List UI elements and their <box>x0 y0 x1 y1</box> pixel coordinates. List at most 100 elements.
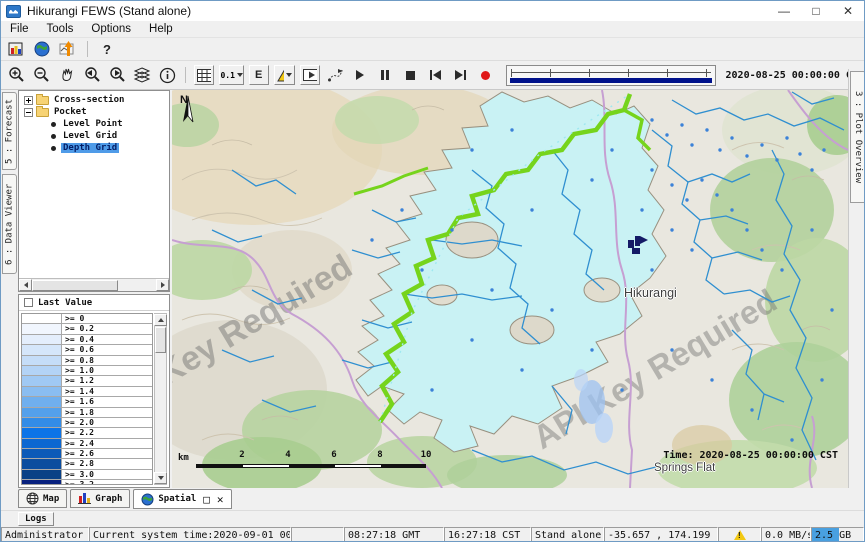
tab-label: Graph <box>95 494 122 504</box>
application-window: Hikurangi FEWS (Stand alone) — □ ✕ FileT… <box>0 0 865 542</box>
tab-label: Spatial <box>158 494 196 504</box>
zoom-in-icon[interactable] <box>7 65 27 85</box>
step-back-icon[interactable] <box>425 65 445 85</box>
legend-row[interactable]: >= 0 <box>22 314 152 324</box>
legend-color-swatch <box>22 335 62 344</box>
main-toolbar: ? <box>1 38 864 60</box>
globe-icon[interactable] <box>32 39 52 59</box>
menu-item[interactable]: Tools <box>38 23 83 35</box>
legend-row[interactable]: >= 3.2 <box>22 480 152 485</box>
tab-close-icon[interactable]: ✕ <box>217 493 224 506</box>
timeseries-dialog-icon[interactable] <box>58 39 78 59</box>
legend-row-label: >= 0.8 <box>62 356 152 365</box>
status-mode: Stand alone <box>531 527 604 542</box>
menu-item[interactable]: Options <box>82 23 140 35</box>
tab-spatial[interactable]: Spatial □ ✕ <box>133 489 231 509</box>
map-viewport[interactable]: API Key Required API Key Required <box>172 90 848 488</box>
zoom-next-icon[interactable] <box>107 65 127 85</box>
legend-row[interactable]: >= 2.8 <box>22 459 152 469</box>
menu-item[interactable]: Help <box>140 23 182 35</box>
legend-row[interactable]: >= 0.8 <box>22 356 152 366</box>
chevron-down-icon <box>286 73 292 77</box>
tree-expander-icon[interactable] <box>24 108 33 117</box>
legend-row-label: >= 3.2 <box>62 480 152 485</box>
legend-row-label: >= 2.4 <box>62 439 152 448</box>
dock-tab-data-viewer[interactable]: 6 : Data Viewer <box>2 174 17 274</box>
step-forward-icon[interactable] <box>450 65 470 85</box>
thresholds-dropdown[interactable] <box>274 65 296 85</box>
menu-bar: FileToolsOptionsHelp <box>1 21 864 38</box>
stop-icon[interactable] <box>400 65 420 85</box>
tree-item[interactable]: Level Point <box>19 118 169 130</box>
tree-item[interactable]: Depth Grid <box>19 142 169 154</box>
zoom-out-icon[interactable] <box>32 65 52 85</box>
legend-row[interactable]: >= 0.6 <box>22 345 152 355</box>
scroll-right-icon[interactable] <box>156 279 169 291</box>
help-icon[interactable]: ? <box>97 39 117 59</box>
tree-item-label: Pocket <box>52 107 89 117</box>
minimize-button[interactable]: — <box>768 1 800 21</box>
dock-tab-plot-overview[interactable]: 3 : Plot Overview <box>850 71 865 203</box>
legend-row[interactable]: >= 0.2 <box>22 324 152 334</box>
explorer-icon[interactable] <box>6 39 26 59</box>
animation-dialog-icon[interactable] <box>300 65 320 85</box>
menu-item[interactable]: File <box>1 23 38 35</box>
play-icon[interactable] <box>350 65 370 85</box>
legend-row[interactable]: >= 1.2 <box>22 376 152 386</box>
label-threshold-dropdown[interactable]: 0.1 <box>219 65 244 85</box>
legend-row[interactable]: >= 3.0 <box>22 470 152 480</box>
legend-row[interactable]: >= 0.4 <box>22 335 152 345</box>
scroll-down-icon[interactable] <box>154 472 167 484</box>
tree-item[interactable]: Pocket <box>19 106 169 118</box>
status-memory: 2.5 GB <box>811 527 864 542</box>
legend-row[interactable]: >= 1.0 <box>22 366 152 376</box>
status-bar: Administrator Current system time:2020-0… <box>1 527 864 542</box>
measure-tool-icon[interactable] <box>325 65 345 85</box>
legend-color-swatch <box>22 345 62 354</box>
info-icon[interactable] <box>157 65 177 85</box>
legend-row[interactable]: >= 1.8 <box>22 408 152 418</box>
logs-button[interactable]: Logs <box>18 512 54 526</box>
zoom-previous-icon[interactable] <box>82 65 102 85</box>
legend-row[interactable]: >= 2.2 <box>22 428 152 438</box>
legend-row[interactable]: >= 1.6 <box>22 397 152 407</box>
window-controls: — □ ✕ <box>768 1 864 21</box>
tree-expander-icon[interactable] <box>24 96 33 105</box>
time-slider[interactable] <box>506 65 715 86</box>
pause-icon[interactable] <box>375 65 395 85</box>
maximize-button[interactable]: □ <box>800 1 832 21</box>
record-icon[interactable] <box>475 65 495 85</box>
legend-header: Last Value <box>19 295 169 311</box>
legend-row[interactable]: >= 1.4 <box>22 387 152 397</box>
scrollbar-thumb[interactable] <box>32 280 118 291</box>
tree-horizontal-scrollbar[interactable] <box>19 278 169 291</box>
pan-hand-icon[interactable] <box>57 65 77 85</box>
tree-item[interactable]: Level Grid <box>19 130 169 142</box>
tree-item[interactable]: Cross-section <box>19 94 169 106</box>
grid-display-icon[interactable] <box>194 65 214 85</box>
last-value-checkbox[interactable] <box>24 298 33 307</box>
scale-bar-toggle-icon[interactable]: E <box>249 65 269 85</box>
layers-icon[interactable] <box>132 65 152 85</box>
tab-graph[interactable]: Graph <box>70 489 130 508</box>
legend-vertical-scrollbar[interactable] <box>154 313 167 485</box>
layer-tree: Cross-section Pocket Level Point <box>19 91 169 154</box>
scroll-left-icon[interactable] <box>19 279 32 291</box>
legend-color-swatch <box>22 366 62 375</box>
legend-row-label: >= 0.6 <box>62 345 152 354</box>
legend-row[interactable]: >= 2.4 <box>22 439 152 449</box>
legend-row-label: >= 2.2 <box>62 428 152 437</box>
tree-item-label: Level Grid <box>61 131 119 141</box>
tab-restore-icon[interactable]: □ <box>203 493 210 506</box>
chevron-down-icon <box>237 73 243 77</box>
legend-color-swatch <box>22 376 62 385</box>
close-button[interactable]: ✕ <box>832 1 864 21</box>
status-warning-cell[interactable] <box>718 527 761 542</box>
scroll-up-icon[interactable] <box>154 314 167 326</box>
tab-map[interactable]: Map <box>18 489 67 508</box>
scale-bar-unit: km <box>178 453 189 463</box>
legend-row[interactable]: >= 2.0 <box>22 418 152 428</box>
legend-row[interactable]: >= 2.6 <box>22 449 152 459</box>
dock-tab-forecast[interactable]: 5 : Forecast <box>2 92 17 170</box>
scrollbar-thumb[interactable] <box>155 327 166 353</box>
